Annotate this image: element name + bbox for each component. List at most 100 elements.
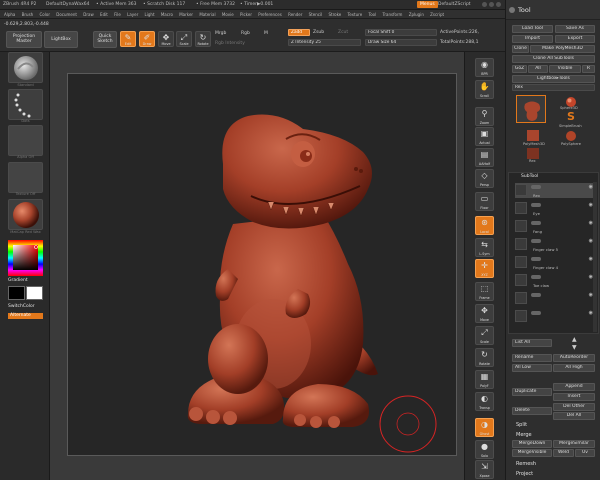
mrgb-button[interactable]: Mrgb bbox=[215, 31, 226, 36]
goz-all-button[interactable]: All bbox=[528, 65, 548, 73]
subtool-row[interactable]: ◉ bbox=[515, 309, 595, 324]
uv-button[interactable]: Uv bbox=[575, 449, 595, 457]
color-picker[interactable] bbox=[8, 240, 43, 276]
quick-sketch-button[interactable]: Quick Sketch bbox=[93, 31, 117, 48]
persp-button[interactable]: ◇ Persp bbox=[475, 169, 494, 188]
subtool-row[interactable]: ◉ bbox=[515, 291, 595, 306]
goz-r-button[interactable]: R bbox=[582, 65, 595, 73]
make-polymesh-button[interactable]: Make PolyMesh3D bbox=[530, 45, 595, 53]
local-button[interactable]: ⊛ Local bbox=[475, 216, 494, 235]
menu-layer[interactable]: Layer bbox=[127, 12, 138, 17]
edit-button[interactable]: ✎ Edit bbox=[120, 31, 136, 47]
menu-zplugin[interactable]: Zplugin bbox=[409, 12, 424, 17]
load-tool-button[interactable]: Load Tool bbox=[512, 25, 553, 33]
menu-edit[interactable]: Edit bbox=[100, 12, 108, 17]
menu-brush[interactable]: Brush bbox=[22, 12, 34, 17]
menus-button[interactable]: Menus bbox=[417, 1, 438, 8]
mergedown-button[interactable]: MergeDown bbox=[512, 440, 552, 448]
duplicate-button[interactable]: Duplicate bbox=[512, 388, 552, 396]
secondary-color-swatch[interactable] bbox=[26, 286, 43, 300]
merge-menu[interactable]: Merge bbox=[516, 432, 532, 438]
tool-thumb-rex[interactable] bbox=[516, 95, 546, 123]
scale-button[interactable]: ⤢ Scale bbox=[475, 326, 494, 345]
draw-button[interactable]: ✐ Draw bbox=[139, 31, 155, 47]
append-button[interactable]: Append bbox=[553, 383, 595, 391]
menu-texture[interactable]: Texture bbox=[348, 12, 363, 17]
menu-light[interactable]: Light bbox=[145, 12, 155, 17]
menu-picker[interactable]: Picker bbox=[240, 12, 252, 17]
del-all-button[interactable]: Del All bbox=[553, 412, 595, 420]
transp-button[interactable]: ◐ Transp bbox=[475, 392, 494, 411]
arrow-up-icon[interactable]: ▲ bbox=[572, 336, 577, 343]
move-button[interactable]: ✥ Move bbox=[475, 304, 494, 323]
ghost-button[interactable]: ◑ Ghost bbox=[475, 418, 494, 437]
alpha-thumbnail[interactable] bbox=[8, 125, 43, 156]
delete-button[interactable]: Delete bbox=[512, 407, 552, 415]
menu-preferences[interactable]: Preferences bbox=[258, 12, 282, 17]
document-canvas[interactable] bbox=[67, 73, 457, 456]
z-intensity-slider[interactable]: Z Intensity 25 bbox=[288, 39, 361, 46]
split-menu[interactable]: Split bbox=[516, 422, 527, 428]
menu-file[interactable]: File bbox=[114, 12, 121, 17]
subtool-scrollbar[interactable] bbox=[593, 182, 597, 332]
stroke-thumbnail[interactable] bbox=[8, 89, 43, 120]
menu-color[interactable]: Color bbox=[40, 12, 50, 17]
xpose-button[interactable]: ⇲ Xpose bbox=[475, 460, 494, 479]
rotate-button[interactable]: ↻ Rotate bbox=[475, 348, 494, 367]
rex-small-icon[interactable] bbox=[527, 148, 539, 159]
menu-document[interactable]: Document bbox=[56, 12, 77, 17]
main-color-swatch[interactable] bbox=[8, 286, 25, 300]
polymesh3d-icon[interactable] bbox=[527, 130, 539, 141]
minimize-icon[interactable] bbox=[489, 2, 494, 7]
menu-stroke[interactable]: Stroke bbox=[328, 12, 341, 17]
menu-zscript[interactable]: Zscript bbox=[430, 12, 444, 17]
clone-all-subtools-button[interactable]: Clone All SubTools bbox=[512, 55, 595, 63]
subtool-row[interactable]: ◉ Toe claw bbox=[515, 273, 595, 288]
close-icon[interactable] bbox=[496, 2, 501, 7]
texture-thumbnail[interactable] bbox=[8, 162, 43, 193]
help-icon[interactable] bbox=[482, 2, 487, 7]
current-tool-slider[interactable]: Rex bbox=[512, 84, 595, 91]
zadd-button[interactable]: Zadd bbox=[288, 29, 310, 36]
all-low-button[interactable]: All Low bbox=[512, 364, 552, 372]
clone-button[interactable]: Clone bbox=[512, 45, 529, 53]
lightbox-tools-button[interactable]: Lightbox▸Tools bbox=[512, 75, 595, 83]
menu-transform[interactable]: Transform bbox=[383, 12, 403, 17]
menu-movie[interactable]: Movie bbox=[222, 12, 234, 17]
xyz-button[interactable]: ✛ XYZ bbox=[475, 259, 494, 278]
aahalf-button[interactable]: ▤ AAHalf bbox=[475, 148, 494, 167]
project-menu[interactable]: Project bbox=[516, 471, 533, 477]
move-button[interactable]: ✥ Move bbox=[158, 31, 174, 47]
switch-color-button[interactable]: SwitchColor bbox=[8, 304, 35, 309]
subtool-row[interactable]: ◉ Rex bbox=[515, 183, 595, 198]
mergevisible-button[interactable]: MergeVisible bbox=[512, 449, 552, 457]
menu-alpha[interactable]: Alpha bbox=[4, 12, 15, 17]
subtool-row[interactable]: ◉ Fang bbox=[515, 219, 595, 234]
export-button[interactable]: Export bbox=[555, 35, 595, 43]
arrow-down-icon[interactable]: ▼ bbox=[572, 344, 577, 351]
autoreorder-button[interactable]: AutoReorder bbox=[553, 354, 595, 362]
menu-material[interactable]: Material bbox=[199, 12, 215, 17]
menu-marker[interactable]: Marker bbox=[179, 12, 193, 17]
lightbox-button[interactable]: LightBox bbox=[44, 31, 78, 48]
scale-button[interactable]: ⤢ Scale bbox=[176, 31, 192, 47]
rename-button[interactable]: Rename bbox=[512, 354, 552, 362]
zscript-name[interactable]: DefaultZScript bbox=[438, 2, 471, 7]
subtool-toggle[interactable] bbox=[531, 239, 541, 243]
subtool-toggle[interactable] bbox=[531, 275, 541, 279]
import-button[interactable]: Import bbox=[512, 35, 553, 43]
weld-button[interactable]: Weld bbox=[553, 449, 574, 457]
menu-tool[interactable]: Tool bbox=[368, 12, 376, 17]
solo-button[interactable]: ● Solo bbox=[475, 440, 494, 459]
goz-button[interactable]: GoZ bbox=[512, 65, 527, 73]
scroll-button[interactable]: ✋ Scroll bbox=[475, 80, 494, 99]
polyf-button[interactable]: ▦ PolyF bbox=[475, 370, 494, 389]
subtool-row[interactable]: ◉ Finger claw 4 bbox=[515, 255, 595, 270]
mergesimilar-button[interactable]: MergeSimilar bbox=[553, 440, 595, 448]
menu-macro[interactable]: Macro bbox=[161, 12, 173, 17]
all-high-button[interactable]: All High bbox=[553, 364, 595, 372]
simplebrush-icon[interactable]: S bbox=[564, 110, 578, 124]
actual-button[interactable]: ▣ Actual bbox=[475, 127, 494, 146]
remesh-menu[interactable]: Remesh bbox=[516, 461, 536, 467]
projection-master-button[interactable]: Projection Master bbox=[6, 31, 42, 48]
